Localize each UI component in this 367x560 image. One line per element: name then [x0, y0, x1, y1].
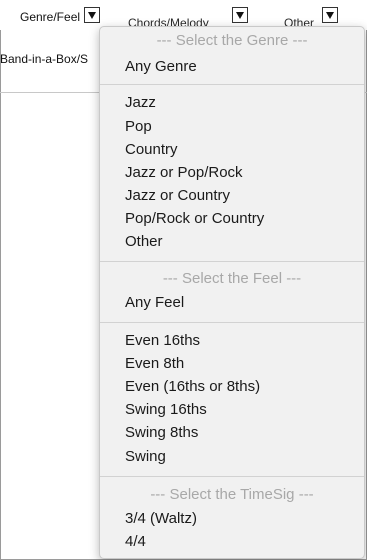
other-dropdown-arrow-icon[interactable] — [322, 7, 338, 23]
list-column-header-text: Band-in-a-Box/S — [0, 52, 89, 66]
menu-header-genre: --- Select the Genre --- — [156, 32, 308, 49]
menu-item-genre[interactable]: Other — [125, 233, 163, 251]
menu-header-feel: --- Select the Feel --- — [162, 270, 302, 287]
genre-feel-dropdown-arrow-icon[interactable] — [84, 7, 100, 23]
menu-item-timesig[interactable]: 3/4 (Waltz) — [125, 510, 197, 528]
menu-separator — [100, 261, 364, 262]
menu-separator — [100, 322, 364, 323]
menu-item-timesig[interactable]: 4/4 — [125, 533, 146, 551]
menu-header-timesig: --- Select the TimeSig --- — [150, 486, 314, 503]
menu-item-genre[interactable]: Pop/Rock or Country — [125, 210, 264, 228]
genre-feel-dropdown-menu: --- Select the Genre --- Any Genre Jazz … — [99, 26, 365, 559]
menu-item-genre[interactable]: Pop — [125, 118, 152, 136]
menu-item-any-genre[interactable]: Any Genre — [125, 58, 197, 76]
menu-item-genre[interactable]: Country — [125, 141, 178, 159]
menu-item-feel[interactable]: Swing — [125, 448, 166, 466]
menu-item-genre[interactable]: Jazz — [125, 94, 156, 112]
menu-separator — [100, 476, 364, 477]
menu-item-feel[interactable]: Even 8th — [125, 355, 184, 373]
list-column-header[interactable]: Band-in-a-Box/S — [0, 52, 110, 66]
menu-item-feel[interactable]: Swing 16ths — [125, 401, 207, 419]
menu-item-feel[interactable]: Swing 8ths — [125, 424, 198, 442]
menu-item-any-feel[interactable]: Any Feel — [125, 294, 184, 312]
genre-feel-label: Genre/Feel — [20, 10, 81, 24]
menu-item-feel[interactable]: Even 16ths — [125, 332, 200, 350]
menu-separator — [100, 84, 364, 85]
chords-melody-dropdown-arrow-icon[interactable] — [232, 7, 248, 23]
menu-item-genre[interactable]: Jazz or Country — [125, 187, 230, 205]
menu-item-feel[interactable]: Even (16ths or 8ths) — [125, 378, 260, 396]
menu-item-genre[interactable]: Jazz or Pop/Rock — [125, 164, 243, 182]
